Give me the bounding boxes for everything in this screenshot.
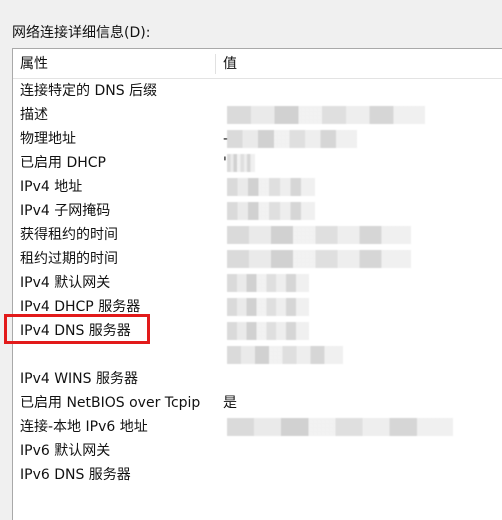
column-divider[interactable] [215, 54, 216, 74]
property-label: 已启用 NetBIOS over Tcpip [20, 395, 201, 411]
list-item-lease-expires[interactable]: 租约过期的时间 [13, 247, 502, 271]
property-label: IPv4 默认网关 [20, 275, 111, 291]
property-label: 连接特定的 DNS 后缀 [20, 83, 158, 99]
details-listview[interactable]: 属性 值 连接特定的 DNS 后缀 描述 物理地址 - 已启用 DHCP ' I… [12, 48, 502, 520]
property-label: IPv4 WINS 服务器 [20, 371, 138, 387]
details-label: 网络连接详细信息(D): [12, 25, 151, 41]
property-label: IPv4 DHCP 服务器 [20, 299, 141, 315]
list-item-ipv6-dns-server[interactable]: IPv6 DNS 服务器 [13, 463, 502, 487]
list-item-lease-obtained[interactable]: 获得租约的时间 [13, 223, 502, 247]
property-label: 连接-本地 IPv6 地址 [20, 419, 148, 435]
property-label: IPv4 子网掩码 [20, 203, 111, 219]
redacted-value-blur [227, 322, 309, 340]
redacted-value-blur [227, 418, 453, 436]
redacted-value-blur [227, 202, 315, 220]
list-item-ipv4-wins-server[interactable]: IPv4 WINS 服务器 [13, 367, 502, 391]
list-item-dhcp-enabled[interactable]: 已启用 DHCP ' [13, 151, 502, 175]
redacted-value-blur [227, 274, 309, 292]
list-item-ipv4-address[interactable]: IPv4 地址 [13, 175, 502, 199]
list-item-ipv4-dns-server[interactable]: IPv4 DNS 服务器 [13, 319, 502, 343]
property-label: 已启用 DHCP [20, 155, 106, 171]
list-header: 属性 值 [13, 49, 502, 79]
list-item-ipv4-dhcp-server[interactable]: IPv4 DHCP 服务器 [13, 295, 502, 319]
redacted-value-blur [227, 298, 309, 316]
redacted-value-blur [227, 250, 411, 268]
list-item-ipv4-dns-server-secondary[interactable] [13, 343, 502, 367]
property-label: IPv6 默认网关 [20, 443, 111, 459]
column-header-property[interactable]: 属性 [20, 56, 48, 72]
redacted-value-blur [227, 130, 357, 148]
list-item-ipv4-subnet-mask[interactable]: IPv4 子网掩码 [13, 199, 502, 223]
list-item-netbios-over-tcpip[interactable]: 已启用 NetBIOS over Tcpip 是 [13, 391, 502, 415]
details-rows: 连接特定的 DNS 后缀 描述 物理地址 - 已启用 DHCP ' IPv4 地… [13, 79, 502, 519]
redacted-value-blur [227, 346, 343, 364]
property-label: IPv4 DNS 服务器 [20, 323, 131, 339]
list-item-description[interactable]: 描述 [13, 103, 502, 127]
property-label: IPv4 地址 [20, 179, 83, 195]
column-header-value[interactable]: 值 [223, 56, 237, 72]
property-label: 描述 [20, 107, 48, 123]
redacted-value-blur [227, 178, 315, 196]
property-label: 租约过期的时间 [20, 251, 118, 267]
list-item-ipv4-gateway[interactable]: IPv4 默认网关 [13, 271, 502, 295]
list-item-link-local-ipv6[interactable]: 连接-本地 IPv6 地址 [13, 415, 502, 439]
redacted-value-blur [227, 154, 255, 172]
list-item-physical-address[interactable]: 物理地址 - [13, 127, 502, 151]
network-connection-details-window: 网络连接详细信息(D): 属性 值 连接特定的 DNS 后缀 描述 物理地址 - [0, 0, 502, 520]
property-label: 物理地址 [20, 131, 76, 147]
property-label: 获得租约的时间 [20, 227, 118, 243]
property-value: 是 [223, 395, 237, 411]
list-item-ipv6-gateway[interactable]: IPv6 默认网关 [13, 439, 502, 463]
list-item-dns-suffix[interactable]: 连接特定的 DNS 后缀 [13, 79, 502, 103]
redacted-value-blur [227, 106, 425, 124]
property-label: IPv6 DNS 服务器 [20, 467, 131, 483]
redacted-value-blur [227, 226, 411, 244]
